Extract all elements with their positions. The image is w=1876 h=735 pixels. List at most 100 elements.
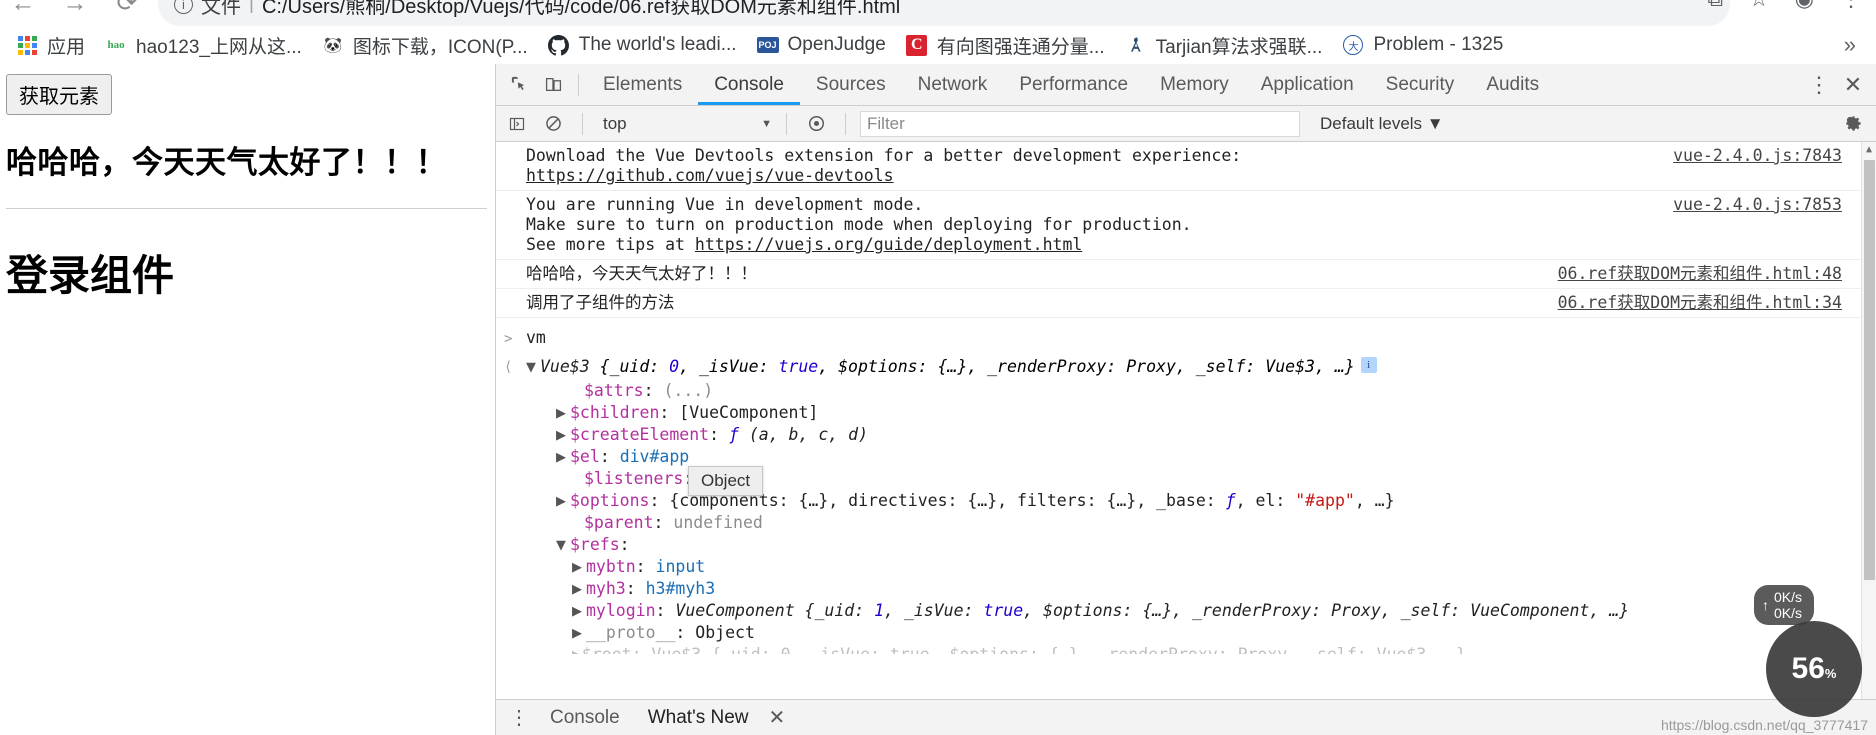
csdn-icon: C	[906, 34, 928, 56]
info-icon[interactable]: i	[174, 0, 193, 14]
console-source-link[interactable]: 06.ref获取DOM元素和组件.html:34	[1558, 293, 1876, 313]
tab-memory[interactable]: Memory	[1144, 64, 1245, 105]
bookmark-hao123[interactable]: hao hao123_上网从这...	[99, 29, 316, 62]
tab-performance[interactable]: Performance	[1003, 64, 1144, 105]
console-source-link[interactable]: vue-2.4.0.js:7843	[1673, 146, 1876, 166]
get-element-button[interactable]: 获取元素	[6, 74, 112, 115]
tab-console[interactable]: Console	[698, 64, 800, 105]
disclosure-triangle-icon[interactable]: ▼	[526, 357, 540, 377]
vertical-dots-icon[interactable]: ⋮	[1802, 70, 1836, 100]
close-icon[interactable]: ✕	[768, 705, 785, 730]
toolbar-divider	[578, 73, 579, 96]
property-value: : div#app	[599, 447, 690, 466]
tab-network[interactable]: Network	[902, 64, 1004, 105]
close-icon[interactable]: ✕	[1836, 70, 1870, 100]
property-row[interactable]: $attrs: (...)	[556, 380, 1876, 402]
property-name: $children	[570, 403, 660, 422]
preview-key: _isVue	[698, 357, 759, 376]
log-levels-select[interactable]: Default levels ▼	[1306, 114, 1444, 134]
vertical-dots-icon[interactable]: ⋮	[502, 705, 536, 730]
preview-key: _renderProxy	[987, 357, 1107, 376]
bookmark-github[interactable]: The world's leadi...	[542, 31, 751, 59]
weather-heading: 哈哈哈，今天天气太好了！！！	[6, 145, 447, 180]
address-scheme-label: 文件	[201, 0, 241, 18]
tab-security[interactable]: Security	[1370, 64, 1471, 105]
result-class-name: Vue$3	[540, 357, 590, 376]
toggle-device-toolbar-icon[interactable]	[536, 70, 570, 100]
execution-context-select[interactable]: top ▼	[597, 114, 772, 134]
property-row[interactable]: ▶ $children: [VueComponent]	[556, 402, 1876, 424]
reload-icon[interactable]: ⟳	[112, 0, 142, 18]
disclosure-triangle-icon[interactable]: ▶	[572, 579, 586, 599]
property-row[interactable]: ▶ myh3: h3#myh3	[556, 578, 1876, 600]
disclosure-triangle-icon[interactable]: ▶	[556, 447, 570, 467]
clear-console-icon[interactable]	[538, 111, 568, 137]
result-header-row[interactable]: ▼ Vue$3 {_uid: 0, _isVue: true, $options:…	[526, 356, 1876, 378]
bookmark-apps[interactable]: 应用	[10, 29, 99, 62]
address-bar[interactable]: i 文件 | C:/Users/熊桐/Desktop/Vuejs/代码/code…	[158, 0, 1730, 26]
cpu-percent-number: 56	[1791, 652, 1825, 685]
console-source-link[interactable]: vue-2.4.0.js:7853	[1673, 195, 1876, 215]
drawer-tab-console[interactable]: Console	[536, 700, 634, 735]
property-row[interactable]: ▶ $el: div#app	[556, 446, 1876, 468]
property-row[interactable]: ▶ mybtn: input	[556, 556, 1876, 578]
drawer-tab-whats-new[interactable]: What's New	[634, 700, 763, 735]
share-icon[interactable]: ⧉	[1707, 0, 1723, 12]
property-value: : input	[635, 557, 706, 576]
tab-elements[interactable]: Elements	[587, 64, 698, 105]
bookmarks-overflow-icon[interactable]: »	[1844, 32, 1856, 58]
gear-icon[interactable]	[1836, 109, 1870, 139]
back-icon[interactable]: ←	[8, 0, 38, 18]
console-message-text: 调用了子组件的方法	[526, 293, 675, 312]
disclosure-triangle-icon[interactable]: ▶	[556, 425, 570, 445]
openjudge-icon: POJ	[756, 34, 779, 56]
console-source-link[interactable]: 06.ref获取DOM元素和组件.html:48	[1558, 264, 1876, 284]
star-icon[interactable]: ☆	[1749, 0, 1769, 12]
show-console-sidebar-icon[interactable]	[502, 111, 532, 137]
console-message-text: You are running Vue in development mode.…	[526, 195, 1673, 255]
tab-audits[interactable]: Audits	[1470, 64, 1555, 105]
live-expression-icon[interactable]	[801, 111, 831, 137]
disclosure-triangle-icon[interactable]: ▶	[572, 623, 586, 643]
info-badge-icon[interactable]: i	[1360, 357, 1377, 373]
devtools-tab-list: Elements Console Sources Network Perform…	[587, 64, 1555, 105]
bookmark-openjudge[interactable]: POJ OpenJudge	[751, 31, 900, 59]
property-value: : [VueComponent]	[659, 403, 819, 422]
toolbar-right-icons: ⧉ ☆ ◉ ⋮	[1707, 0, 1862, 12]
github-icon	[548, 34, 570, 56]
property-row[interactable]: ▶ __proto__: Object	[556, 622, 1876, 644]
bookmark-tarjan-article[interactable]: Tarjian算法求强联...	[1119, 29, 1337, 62]
property-row[interactable]: ▼ $refs:	[556, 534, 1876, 556]
tab-application[interactable]: Application	[1245, 64, 1370, 105]
forward-icon[interactable]: →	[60, 0, 90, 18]
deployment-link[interactable]: https://vuejs.org/guide/deployment.html	[695, 235, 1082, 254]
profile-avatar-icon[interactable]: ◉	[1795, 0, 1814, 12]
disclosure-triangle-icon[interactable]: ▼	[556, 535, 570, 555]
filter-input[interactable]: Filter	[860, 110, 1300, 137]
scrollbar-thumb[interactable]	[1864, 160, 1875, 580]
disclosure-triangle-icon[interactable]: ▶	[572, 557, 586, 577]
property-value: : VueComponent {_uid: 1, _isVue: true, $…	[655, 601, 1630, 620]
message-link[interactable]: https://github.com/vuejs/vue-devtools	[526, 166, 894, 185]
network-speed-widget[interactable]: ↑ 0K/s 0K/s	[1753, 584, 1814, 625]
inspect-element-icon[interactable]	[502, 70, 536, 100]
bookmark-csdn-article[interactable]: C 有向图强连通分量...	[900, 29, 1119, 62]
console-output[interactable]: Download the Vue Devtools extension for …	[496, 142, 1876, 699]
three-dot-menu-icon[interactable]: ⋮	[1840, 0, 1862, 12]
cpu-usage-widget[interactable]: 56%	[1766, 621, 1862, 717]
property-row[interactable]: $parent: undefined	[556, 512, 1876, 534]
property-row-clipped[interactable]: ▶$root: Vue$3 {_uid: 0, _isVue: true, $o…	[556, 644, 1876, 654]
disclosure-triangle-icon[interactable]: ▶	[556, 491, 570, 511]
bookmark-problem-1325[interactable]: 大 Problem - 1325	[1336, 31, 1517, 59]
property-value: : ƒ (a, b, c, d)	[709, 425, 869, 444]
property-row[interactable]: ▶ mylogin: VueComponent {_uid: 1, _isVue:…	[556, 600, 1876, 622]
property-row[interactable]: ▶ $createElement: ƒ (a, b, c, d)	[556, 424, 1876, 446]
bookmark-icon-download[interactable]: 🐼 图标下载，ICON(P...	[316, 29, 542, 62]
scroll-up-arrow-icon[interactable]: ▲	[1862, 142, 1876, 157]
console-scrollbar[interactable]: ▲	[1861, 142, 1876, 699]
upload-arrow-icon: ↑	[1761, 596, 1769, 613]
disclosure-triangle-icon[interactable]: ▶	[572, 601, 586, 621]
tab-sources[interactable]: Sources	[800, 64, 902, 105]
disclosure-triangle-icon[interactable]: ▶	[556, 403, 570, 423]
message-line-3: See more tips at https://vuejs.org/guide…	[526, 235, 1083, 254]
